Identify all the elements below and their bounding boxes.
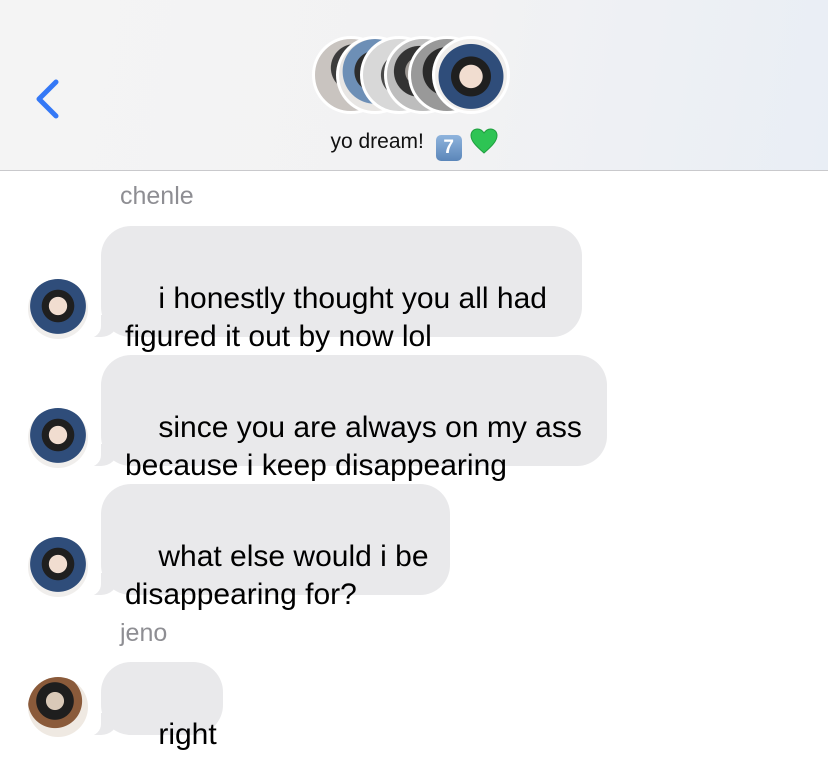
- conversation-screen: yo dream! 7 chenle i honestly thought yo…: [0, 0, 828, 773]
- group-name-label: yo dream!: [330, 130, 424, 153]
- message-bubble[interactable]: since you are always on my ass because i…: [101, 355, 607, 482]
- avatar[interactable]: [28, 408, 88, 468]
- chevron-left-icon: [36, 79, 59, 119]
- message-bubble[interactable]: i honestly thought you all had figured i…: [101, 226, 582, 353]
- message-text: right: [158, 718, 217, 751]
- message-text: since you are always on my ass because i…: [125, 411, 582, 482]
- group-avatar-stack[interactable]: [312, 36, 520, 120]
- avatar: [432, 36, 510, 114]
- group-name[interactable]: yo dream! 7: [0, 128, 828, 161]
- bubble-tail: [85, 679, 141, 736]
- message-text: what else would i be disappearing for?: [125, 540, 429, 611]
- message-bubble[interactable]: what else would i be disappearing for?: [101, 484, 450, 611]
- sender-name: jeno: [120, 619, 168, 647]
- sender-name: chenle: [120, 182, 194, 210]
- avatar[interactable]: [28, 279, 88, 339]
- green-heart-icon: [470, 128, 498, 160]
- message-text: i honestly thought you all had figured i…: [125, 282, 547, 353]
- conversation-header: yo dream! 7: [0, 0, 828, 171]
- avatar[interactable]: [28, 537, 88, 597]
- keycap-seven-icon: 7: [435, 135, 462, 161]
- avatar[interactable]: [28, 677, 88, 737]
- back-button[interactable]: [30, 76, 66, 122]
